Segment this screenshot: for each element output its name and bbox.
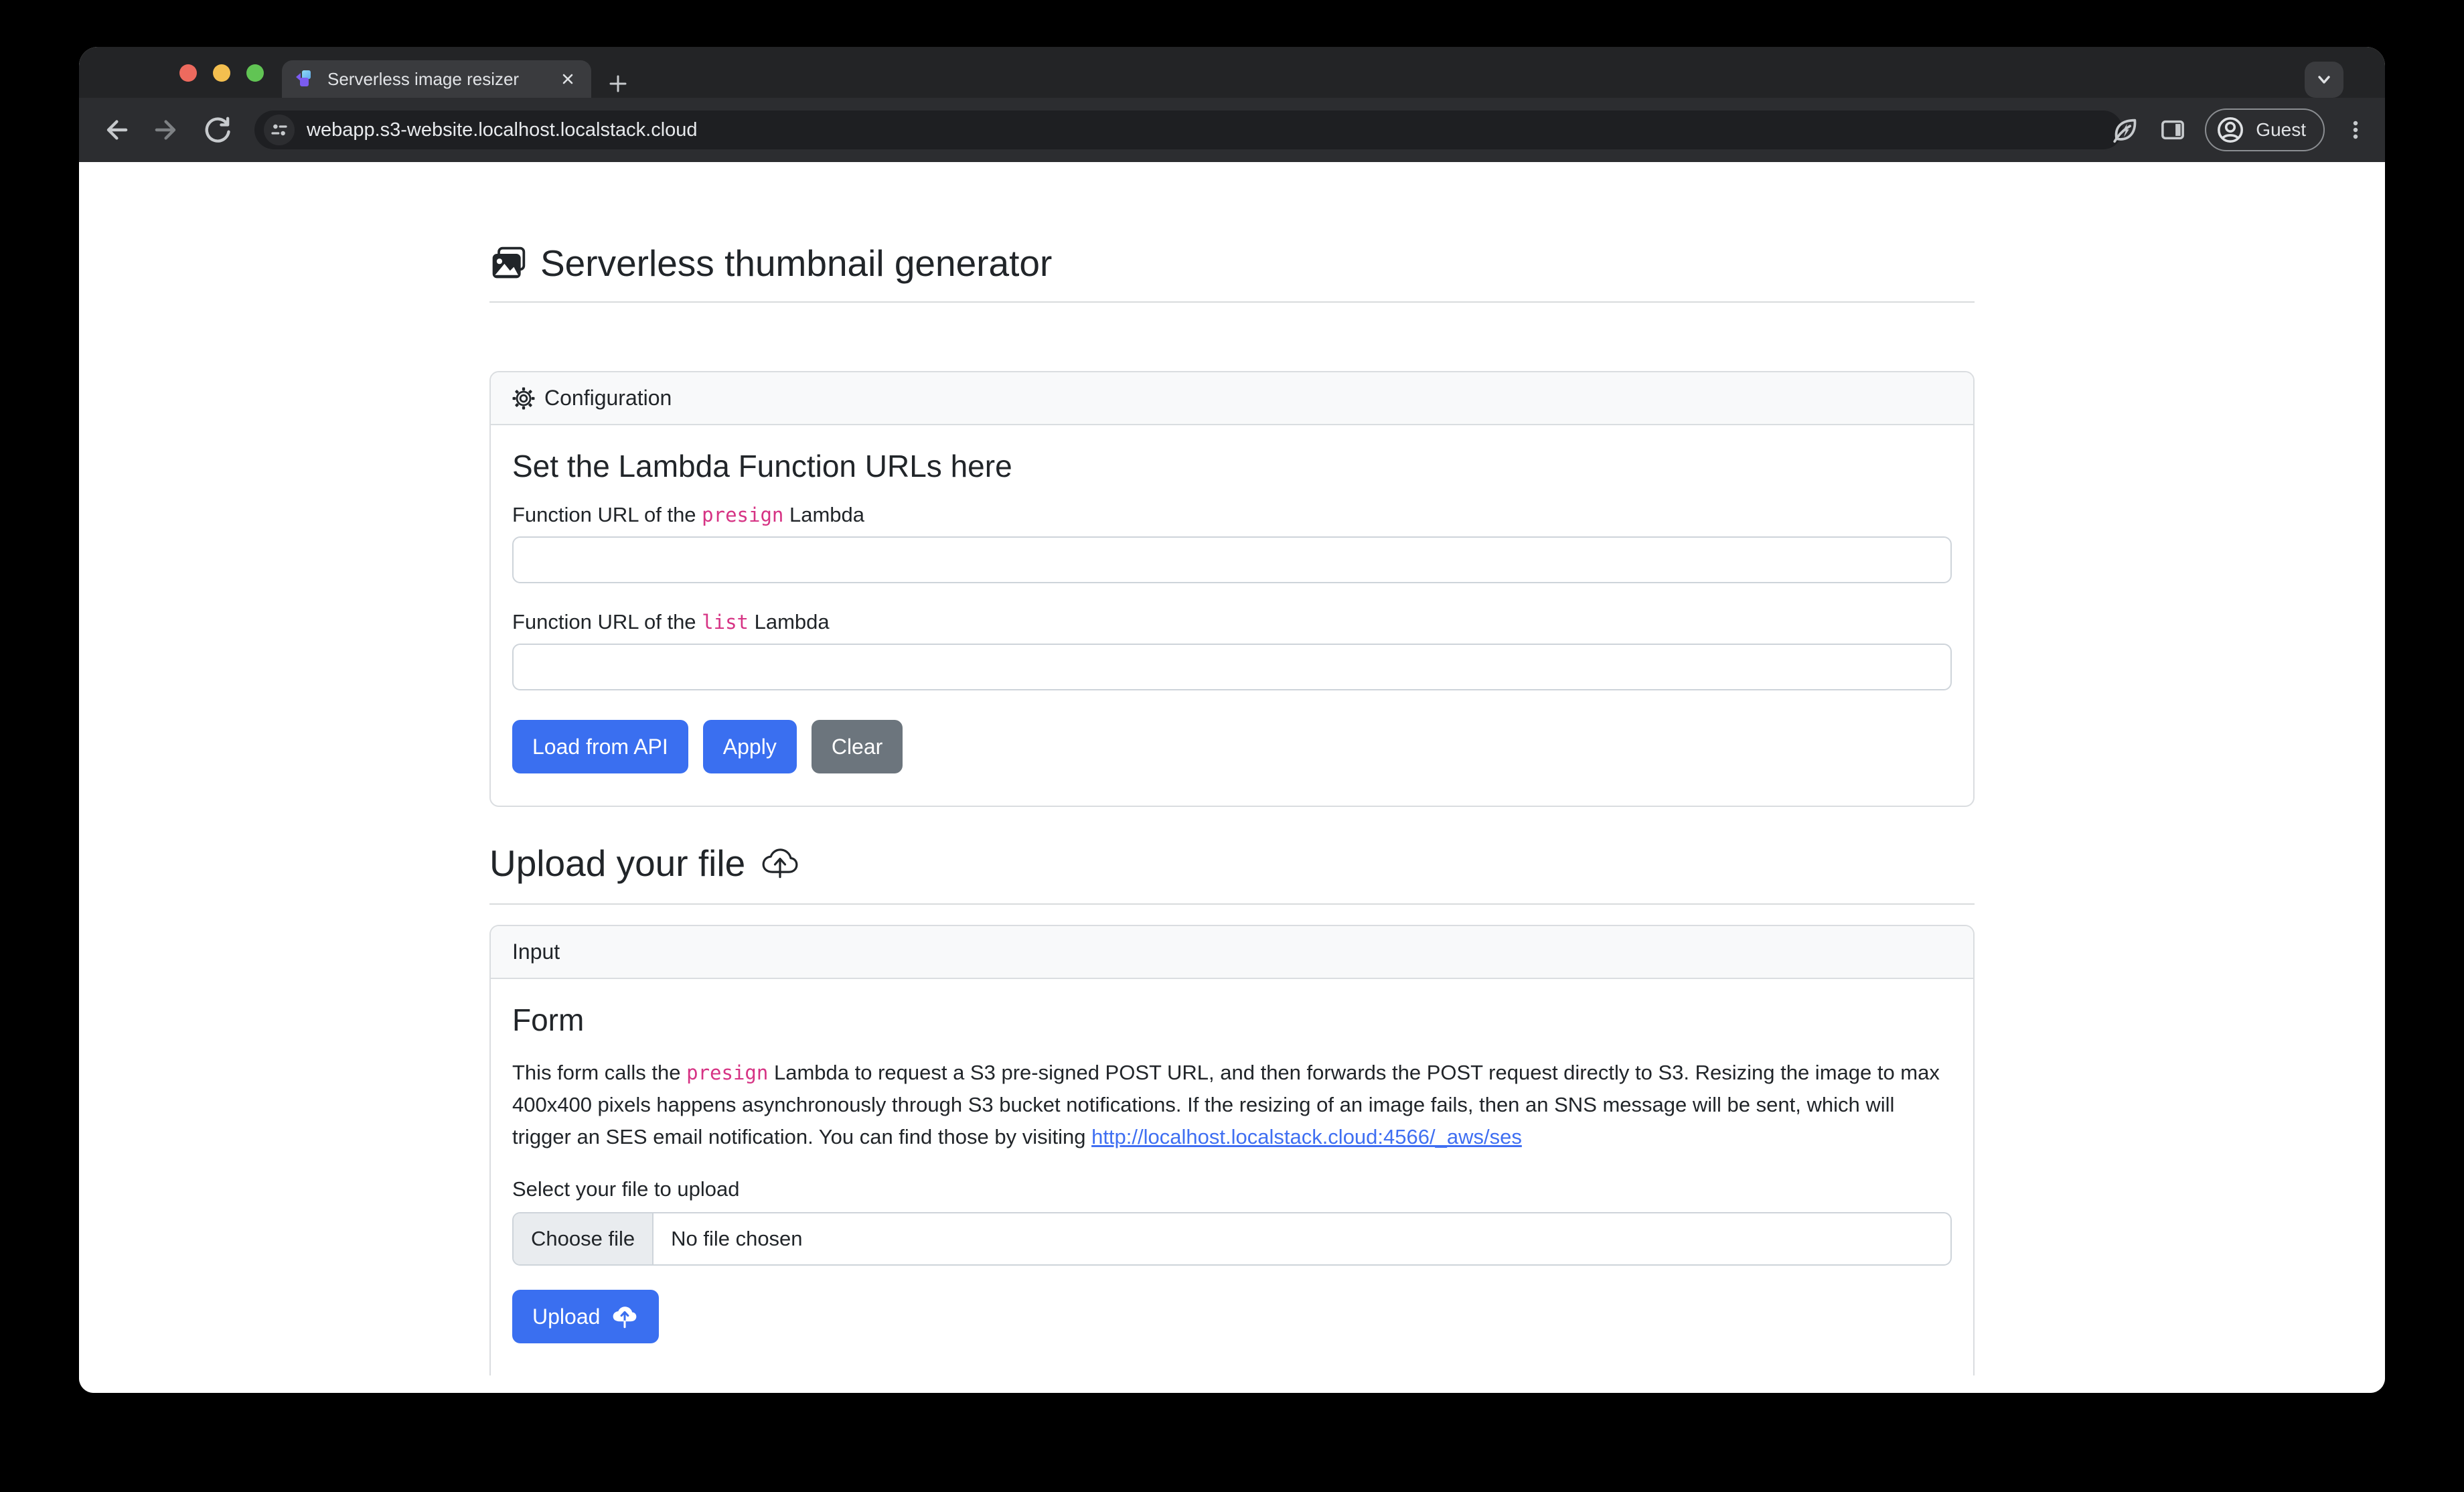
site-settings-icon (269, 120, 289, 140)
tab-favicon-icon (294, 68, 317, 90)
cloud-upload-fill-icon (611, 1304, 639, 1329)
cloud-upload-icon (760, 844, 800, 882)
browser-menu-button[interactable] (2342, 117, 2369, 143)
ses-link[interactable]: http://localhost.localstack.cloud:4566/_… (1091, 1125, 1522, 1148)
apply-button[interactable]: Apply (703, 720, 797, 773)
input-card-header: Input (491, 926, 1973, 979)
screenshot-stage: Serverless image resizer (0, 0, 2464, 1492)
configuration-card-header: Configuration (491, 372, 1973, 425)
site-info-button[interactable] (264, 115, 295, 145)
load-from-api-button[interactable]: Load from API (512, 720, 688, 773)
reload-icon (203, 115, 232, 145)
configuration-card: Configuration Set the Lambda Function UR… (489, 371, 1975, 807)
tab-strip: Serverless image resizer (79, 47, 2385, 98)
tab-search-button[interactable] (2305, 62, 2343, 98)
page-header: Serverless thumbnail generator (489, 241, 1975, 285)
tab-title: Serverless image resizer (327, 69, 556, 90)
side-panel-icon[interactable] (2158, 115, 2187, 145)
window-close-button[interactable] (179, 64, 197, 82)
forward-arrow-icon (152, 115, 181, 145)
url-text[interactable]: webapp.s3-website.localhost.localstack.c… (307, 119, 698, 141)
list-url-label: Function URL of the list Lambda (512, 610, 1952, 634)
window-zoom-button[interactable] (246, 64, 264, 82)
list-url-input[interactable] (512, 644, 1952, 690)
presign-url-label: Function URL of the presign Lambda (512, 503, 1952, 527)
window-minimize-button[interactable] (213, 64, 230, 82)
back-arrow-icon (101, 115, 131, 145)
images-icon (489, 246, 527, 281)
presign-url-input[interactable] (512, 536, 1952, 583)
clear-button[interactable]: Clear (812, 720, 903, 773)
file-select-label: Select your file to upload (512, 1177, 1952, 1201)
browser-tab[interactable]: Serverless image resizer (282, 60, 591, 98)
upload-section-header: Upload your file (489, 842, 1975, 885)
configuration-card-title: Configuration (544, 386, 672, 411)
choose-file-button[interactable]: Choose file (514, 1213, 653, 1264)
new-tab-button[interactable] (603, 68, 633, 99)
input-card-title: Input (512, 940, 560, 964)
gear-icon (512, 387, 535, 410)
forward-button[interactable] (147, 110, 186, 149)
address-bar[interactable]: webapp.s3-website.localhost.localstack.c… (254, 110, 2123, 149)
config-heading: Set the Lambda Function URLs here (512, 448, 1952, 484)
kebab-menu-icon (2342, 117, 2369, 143)
profile-label: Guest (2256, 119, 2306, 141)
list-code-text: list (702, 611, 749, 633)
browser-window: Serverless image resizer (79, 47, 2385, 1393)
window-controls (179, 64, 264, 82)
reload-button[interactable] (198, 110, 237, 149)
file-status-text: No file chosen (653, 1213, 820, 1264)
tab-close-icon[interactable] (556, 68, 579, 90)
page-title: Serverless thumbnail generator (540, 241, 1052, 285)
browser-toolbar: webapp.s3-website.localhost.localstack.c… (79, 98, 2385, 162)
profile-button[interactable]: Guest (2205, 108, 2325, 151)
upload-button-label: Upload (532, 1304, 600, 1329)
file-input[interactable]: Choose file No file chosen (512, 1212, 1952, 1266)
upload-button[interactable]: Upload (512, 1290, 659, 1343)
chevron-down-icon (2314, 70, 2334, 90)
divider (489, 903, 1975, 905)
form-heading: Form (512, 1002, 1952, 1038)
back-button[interactable] (96, 110, 135, 149)
form-description: This form calls the presign Lambda to re… (512, 1057, 1952, 1153)
presign-code-text: presign (702, 504, 783, 526)
toolbar-right-icons: Guest (2110, 98, 2369, 162)
upload-section-title: Upload your file (489, 842, 745, 885)
energy-saver-icon[interactable] (2110, 115, 2141, 145)
person-circle-icon (2216, 115, 2245, 145)
divider (489, 301, 1975, 303)
presign-code-text: presign (686, 1061, 768, 1084)
input-card: Input Form This form calls the presign L… (489, 925, 1975, 1375)
page-content: Serverless thumbnail generator (79, 162, 2385, 1393)
